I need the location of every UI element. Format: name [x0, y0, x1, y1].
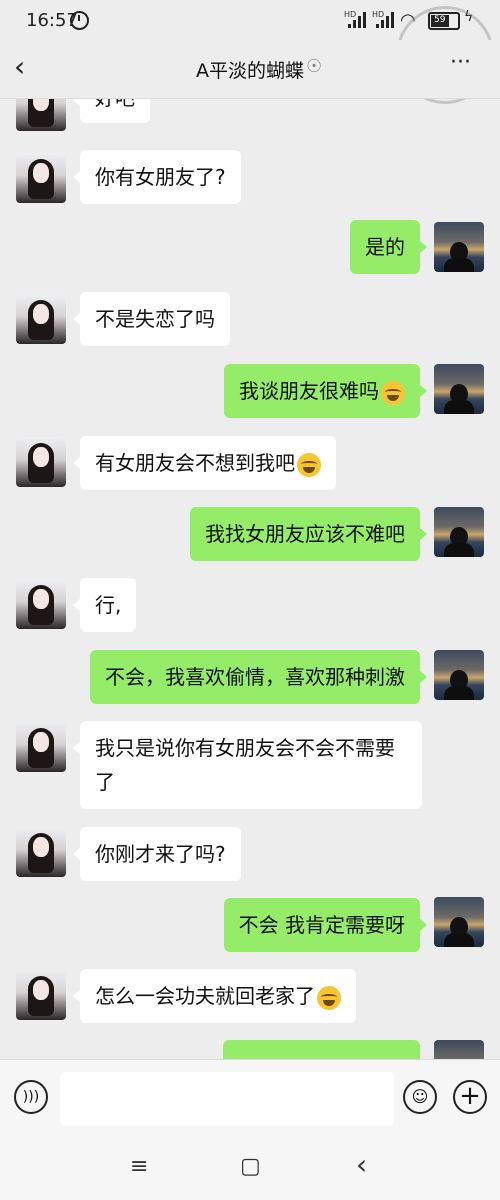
- chat-title: A平淡的蝴蝶: [196, 60, 304, 82]
- emoji-icon[interactable]: ☺: [403, 1080, 437, 1114]
- message-bubble[interactable]: 行,: [72, 578, 137, 632]
- my-avatar[interactable]: [434, 222, 484, 272]
- signal-icon: [348, 12, 366, 28]
- contact-avatar[interactable]: [16, 294, 66, 344]
- crying-laughing-emoji-icon: [297, 452, 321, 477]
- message-bubble[interactable]: 你刚才来了吗?: [73, 827, 241, 881]
- message-bubble[interactable]: 我只是说你有女朋友会不会不需要了: [73, 721, 422, 809]
- message-bubble[interactable]: 不会 我肯定需要呀: [223, 898, 428, 952]
- contact-avatar[interactable]: [16, 579, 66, 629]
- message-bubble[interactable]: 好吧: [73, 99, 150, 123]
- input-bar: ))) ☺ +: [0, 1059, 500, 1136]
- ear-icon: ☉: [306, 56, 323, 77]
- home-icon[interactable]: ▢: [240, 1154, 261, 1179]
- message-bubble[interactable]: 我谈朋友很难吗: [224, 364, 427, 418]
- system-nav-bar: ≡ ▢ ‹: [0, 1136, 500, 1200]
- contact-avatar[interactable]: [16, 153, 66, 203]
- signal-icon-2: [376, 12, 394, 28]
- my-avatar[interactable]: [434, 1040, 484, 1059]
- message-bubble[interactable]: 不会，我喜欢偷情，喜欢那种刺激: [90, 650, 427, 704]
- message-bubble-partial[interactable]: [223, 1040, 420, 1059]
- my-avatar[interactable]: [434, 364, 484, 414]
- alarm-icon: [70, 11, 89, 30]
- crying-laughing-emoji-icon: [317, 985, 341, 1010]
- message-bubble[interactable]: 是的: [350, 220, 427, 274]
- contact-avatar[interactable]: [16, 970, 66, 1020]
- message-bubble[interactable]: 不是失恋了吗: [73, 292, 230, 346]
- contact-avatar[interactable]: [16, 722, 66, 772]
- contact-avatar[interactable]: [16, 99, 66, 131]
- chat-header: ‹ A平淡的蝴蝶 ☉ ···: [0, 40, 500, 99]
- my-avatar[interactable]: [434, 507, 484, 557]
- message-bubble[interactable]: 我找女朋友应该不难吧: [190, 507, 427, 561]
- more-button[interactable]: ···: [450, 50, 471, 75]
- my-avatar[interactable]: [434, 650, 484, 700]
- message-input[interactable]: [60, 1072, 394, 1126]
- contact-avatar[interactable]: [16, 437, 66, 487]
- my-avatar[interactable]: [434, 897, 484, 947]
- menu-icon[interactable]: ≡: [130, 1154, 148, 1179]
- message-bubble[interactable]: 怎么一会功夫就回老家了: [73, 969, 356, 1023]
- voice-icon[interactable]: ))): [14, 1080, 48, 1114]
- crying-laughing-emoji-icon: [381, 380, 405, 405]
- message-bubble[interactable]: 有女朋友会不想到我吧: [73, 436, 336, 490]
- back-nav-icon[interactable]: ‹: [356, 1148, 367, 1181]
- message-bubble[interactable]: 你有女朋友了?: [73, 150, 241, 204]
- plus-icon[interactable]: +: [453, 1080, 487, 1114]
- contact-avatar[interactable]: [16, 827, 66, 877]
- message-list: 好吧 你有女朋友了? 是的 不是失恋了吗 我谈朋友很难吗 有女朋友会不想到我吧 …: [0, 99, 500, 1059]
